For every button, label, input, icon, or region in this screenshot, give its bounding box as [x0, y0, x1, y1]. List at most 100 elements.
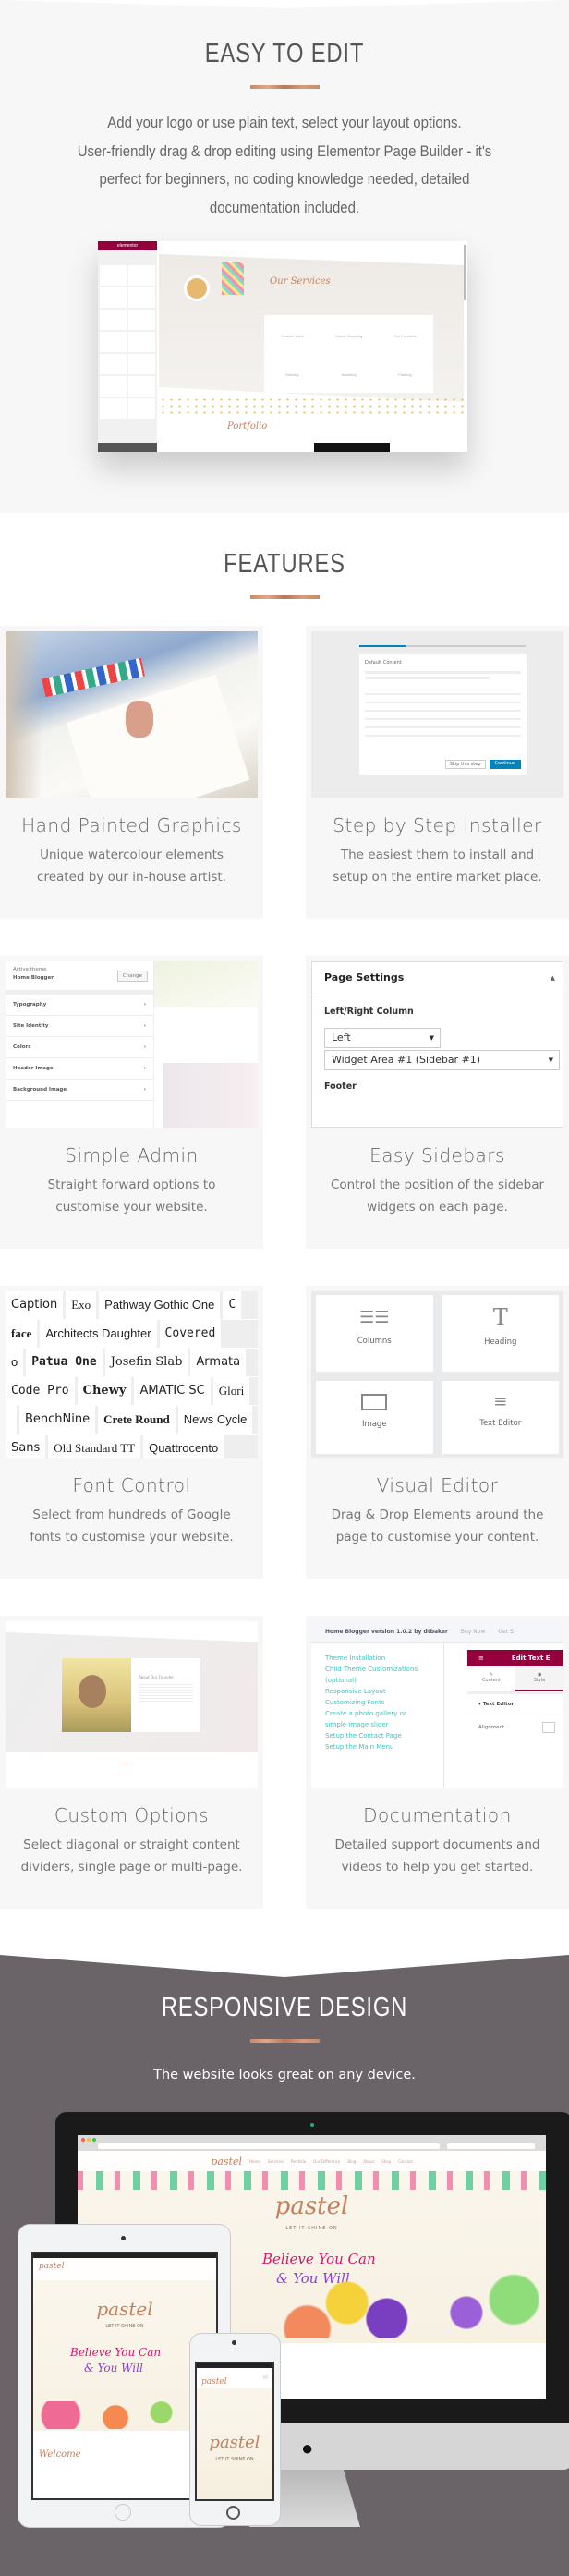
text-editor-section[interactable]: ▾ Text Editor: [467, 1694, 563, 1715]
responsive-title: RESPONSIVE DESIGN: [161, 1993, 408, 2022]
align-left-button[interactable]: [542, 1722, 555, 1733]
font-sample[interactable]: Pathway Gothic One: [99, 1291, 221, 1319]
font-sample[interactable]: News Cycle: [177, 1406, 253, 1434]
doc-link[interactable]: Theme Installation: [325, 1653, 418, 1664]
service-item: Jewellery: [341, 372, 357, 377]
menu-icon[interactable]: ≡: [478, 1654, 484, 1662]
feature-description: Select from hundreds of Google fonts to c…: [9, 1504, 254, 1548]
collapse-arrow-icon[interactable]: ▲: [551, 962, 555, 994]
feature-title: Visual Editor: [376, 1474, 499, 1496]
feature-title: Simple Admin: [65, 1144, 199, 1166]
doc-link[interactable]: Responsive Layout: [325, 1686, 418, 1697]
font-sample[interactable]: Architects Daughter: [40, 1320, 157, 1348]
font-sample[interactable]: Exo: [66, 1291, 97, 1319]
menu-item-colors[interactable]: Colors ›: [6, 1037, 153, 1058]
hamburger-menu-icon[interactable]: ≡: [261, 2373, 269, 2382]
font-sample[interactable]: Covered: [159, 1320, 222, 1348]
font-sample[interactable]: [6, 1406, 17, 1434]
menu-item-background-image[interactable]: Background Image ›: [6, 1080, 153, 1101]
font-sample[interactable]: Chewy: [77, 1377, 132, 1405]
minimize-dot-icon[interactable]: [87, 2138, 91, 2142]
font-sample[interactable]: AMATIC SC: [134, 1377, 211, 1405]
chevron-right-icon: ›: [143, 1066, 146, 1071]
browser-search[interactable]: [447, 2143, 535, 2149]
widget-image[interactable]: Image: [316, 1381, 433, 1454]
description-line: User-friendly drag & drop editing using …: [77, 141, 492, 160]
content-area: Welcome: [33, 2431, 216, 2498]
font-sample[interactable]: C: [223, 1291, 242, 1319]
widget-text-editor[interactable]: ≡ Text Editor: [442, 1381, 559, 1454]
font-sample[interactable]: Glori: [212, 1377, 250, 1405]
menu-item-site-identity[interactable]: Site Identity ›: [6, 1016, 153, 1037]
camera-icon: [310, 2123, 314, 2127]
font-sample[interactable]: Patua One: [26, 1349, 103, 1376]
column-select[interactable]: Left ▼: [324, 1028, 441, 1048]
doc-link[interactable]: simple image slider: [325, 1719, 418, 1730]
doc-link[interactable]: Setup the Main Menu: [325, 1741, 418, 1752]
feature-card-font-control: Caption Exo Pathway Gothic One Cface Archite…: [0, 1286, 263, 1579]
description-line: page to customise your content.: [335, 1530, 539, 1544]
doc-link[interactable]: Child Theme Customizations: [325, 1664, 418, 1675]
close-dot-icon[interactable]: [81, 2138, 85, 2142]
widget-columns[interactable]: ☰☰ Columns: [316, 1295, 433, 1372]
doc-link[interactable]: Customizing Fonts: [325, 1697, 418, 1708]
font-sample[interactable]: Crete Round: [98, 1406, 176, 1434]
font-sample[interactable]: Quattrocento: [143, 1435, 224, 1458]
widget-heading[interactable]: T Heading: [442, 1295, 559, 1372]
font-sample[interactable]: BenchNine: [19, 1406, 96, 1434]
address-bar[interactable]: [98, 2143, 440, 2149]
preview-image: [163, 1063, 258, 1128]
home-button[interactable]: [115, 2504, 131, 2521]
font-sample[interactable]: Code Pro: [6, 1377, 75, 1405]
menu-item-typography[interactable]: Typography ›: [6, 995, 153, 1016]
site-logo[interactable]: pastel: [211, 2155, 242, 2167]
phone-screen: pastel ≡ pastel LET IT SHINE ON: [195, 2362, 274, 2501]
doc-link[interactable]: Create a photo gallery or: [325, 1708, 418, 1719]
menu-item-header-image[interactable]: Header Image ›: [6, 1058, 153, 1080]
tab-style[interactable]: ◑ Style: [515, 1666, 563, 1691]
change-theme-button[interactable]: Change: [116, 971, 148, 982]
home-button[interactable]: [226, 2506, 240, 2520]
font-sample[interactable]: Old Standard TT: [48, 1435, 141, 1458]
widget-area-select[interactable]: Widget Area #1 (Sidebar #1) ▼: [324, 1050, 560, 1070]
about-box: About Our Founder: [131, 1658, 200, 1732]
elementor-edit-panel: ≡ Edit Text E ✎ Content ◑ Style ▾ Text Edit…: [467, 1650, 563, 1788]
floral-border: [78, 2171, 546, 2190]
phone-nav: pastel ≡: [197, 2368, 272, 2388]
edit-panel-title: Edit Text E: [511, 1654, 551, 1662]
nav-link[interactable]: Home: [249, 2159, 260, 2164]
font-sample[interactable]: Caption: [6, 1291, 64, 1319]
skip-button[interactable]: Skip this step: [444, 760, 486, 769]
description-line: dividers, single page or multi-page.: [20, 1860, 243, 1874]
continue-button[interactable]: Continue: [489, 760, 521, 769]
widget-label: Image: [361, 1420, 387, 1429]
docs-title: Home Blogger version 1.0.2 by dtbaker: [325, 1629, 448, 1635]
doc-link[interactable]: Setup the Contact Page: [325, 1730, 418, 1741]
buy-now-link[interactable]: Buy Now: [461, 1629, 485, 1635]
nav-link[interactable]: About: [363, 2159, 374, 2164]
nav-link[interactable]: Shop: [381, 2159, 391, 2164]
scrollbar[interactable]: [464, 245, 466, 300]
site-logo[interactable]: pastel: [201, 2377, 227, 2387]
font-sample[interactable]: o: [6, 1349, 24, 1376]
nav-link[interactable]: Portfolio: [291, 2159, 306, 2164]
chevron-right-icon: ›: [143, 1002, 146, 1007]
font-sample[interactable]: Josefin Slab: [104, 1349, 188, 1376]
nav-link[interactable]: Contact: [398, 2159, 413, 2164]
doc-link[interactable]: (optional): [325, 1675, 418, 1686]
page-settings-header[interactable]: Page Settings ▲: [312, 962, 563, 995]
nav-link[interactable]: Services: [268, 2159, 284, 2164]
widget-tile: [128, 310, 155, 330]
tab-content[interactable]: ✎ Content: [467, 1666, 515, 1691]
feature-description: Control the position of the sidebar widge…: [315, 1174, 560, 1218]
font-sample[interactable]: face: [6, 1320, 38, 1348]
nav-link[interactable]: Blog: [347, 2159, 356, 2164]
widget-tile: [100, 354, 127, 374]
font-sample[interactable]: Sans: [6, 1435, 46, 1458]
site-logo[interactable]: pastel: [39, 2262, 65, 2271]
nav-link[interactable]: Our Difference: [313, 2159, 340, 2164]
font-sample[interactable]: Armata: [190, 1349, 247, 1376]
alignment-label: Alignment: [478, 1725, 505, 1730]
get-support-link[interactable]: Get S: [498, 1629, 513, 1635]
maximize-dot-icon[interactable]: [92, 2138, 96, 2142]
